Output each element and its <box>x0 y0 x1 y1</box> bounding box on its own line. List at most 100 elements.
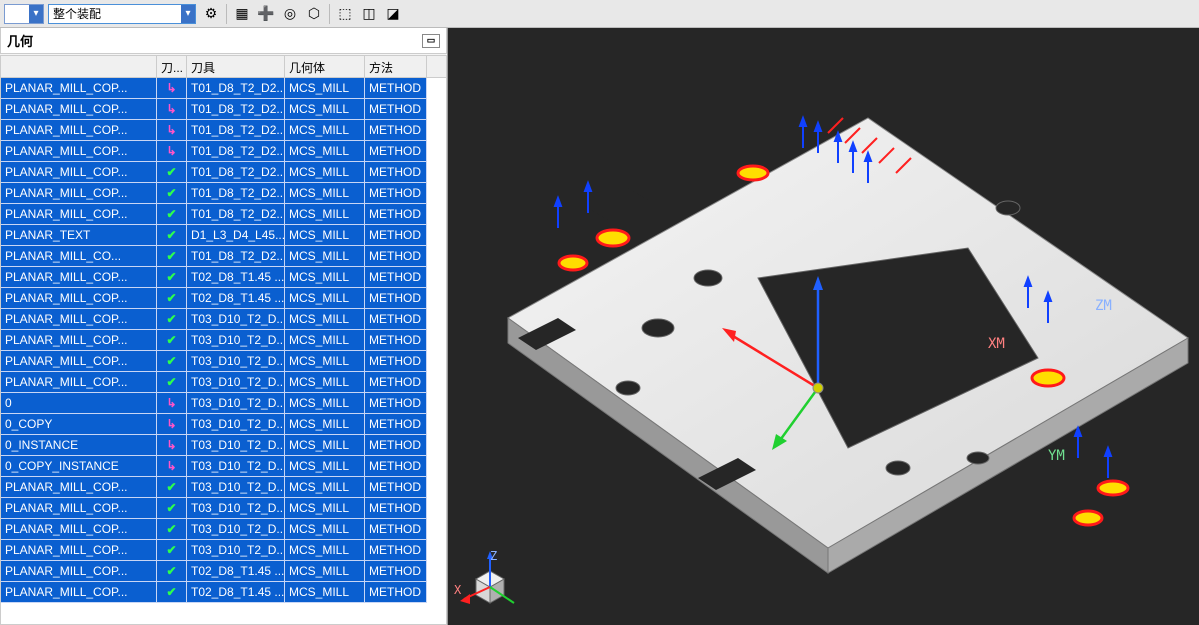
geom-cell: MCS_MILL <box>285 99 365 120</box>
op-name-cell: PLANAR_MILL_COP... <box>1 519 157 540</box>
regen-icon: ↳ <box>157 141 187 162</box>
tool-cell: T01_D8_T2_D2... <box>187 204 285 225</box>
tool-cell: T03_D10_T2_D... <box>187 330 285 351</box>
geom-cell: MCS_MILL <box>285 456 365 477</box>
table-row[interactable]: 0_COPY_INSTANCE↳T03_D10_T2_D...MCS_MILLM… <box>1 456 446 477</box>
op-name-cell: PLANAR_MILL_COP... <box>1 540 157 561</box>
tool-cell: T03_D10_T2_D... <box>187 435 285 456</box>
geom-cell: MCS_MILL <box>285 414 365 435</box>
geom-cell: MCS_MILL <box>285 519 365 540</box>
method-cell: METHOD <box>365 309 427 330</box>
panel-maximize-button[interactable]: ▭ <box>422 34 440 48</box>
geom-cell: MCS_MILL <box>285 288 365 309</box>
op-name-cell: PLANAR_MILL_COP... <box>1 99 157 120</box>
tool-cell: T03_D10_T2_D... <box>187 351 285 372</box>
table-row[interactable]: PLANAR_MILL_COP...✔T03_D10_T2_D...MCS_MI… <box>1 498 446 519</box>
table-row[interactable]: PLANAR_MILL_COP...✔T03_D10_T2_D...MCS_MI… <box>1 519 446 540</box>
boxplus-icon[interactable]: ▦ <box>231 3 253 25</box>
3d-viewport[interactable]: ZM XM YM X Z <box>448 28 1199 625</box>
column-header[interactable]: 几何体 <box>285 56 365 77</box>
tool-cell: T03_D10_T2_D... <box>187 414 285 435</box>
regen-icon: ↳ <box>157 456 187 477</box>
op-name-cell: PLANAR_MILL_COP... <box>1 582 157 603</box>
check-icon: ✔ <box>157 540 187 561</box>
assembly-dropdown[interactable]: 整个装配 ▾ <box>48 4 196 24</box>
table-row[interactable]: 0↳T03_D10_T2_D...MCS_MILLMETHOD <box>1 393 446 414</box>
operations-grid[interactable]: 刀...刀具几何体方法 PLANAR_MILL_COP...↳T01_D8_T2… <box>0 55 447 625</box>
column-header[interactable]: 刀... <box>157 56 187 77</box>
method-cell: METHOD <box>365 288 427 309</box>
tool-cell: T03_D10_T2_D... <box>187 456 285 477</box>
geom-cell: MCS_MILL <box>285 267 365 288</box>
table-row[interactable]: PLANAR_MILL_COP...↳T01_D8_T2_D2...MCS_MI… <box>1 99 446 120</box>
corner-z-label: Z <box>490 549 497 563</box>
geom-cell: MCS_MILL <box>285 204 365 225</box>
table-row[interactable]: 0_INSTANCE↳T03_D10_T2_D...MCS_MILLMETHOD <box>1 435 446 456</box>
check-icon: ✔ <box>157 225 187 246</box>
cube-icon[interactable]: ◫ <box>358 3 380 25</box>
method-cell: METHOD <box>365 393 427 414</box>
op-name-cell: PLANAR_MILL_COP... <box>1 498 157 519</box>
check-icon: ✔ <box>157 351 187 372</box>
check-icon: ✔ <box>157 309 187 330</box>
table-row[interactable]: PLANAR_TEXT✔D1_L3_D4_L45...MCS_MILLMETHO… <box>1 225 446 246</box>
filter-dropdown-1[interactable]: ▾ <box>4 4 44 24</box>
table-row[interactable]: PLANAR_MILL_CO...✔T01_D8_T2_D2...MCS_MIL… <box>1 246 446 267</box>
x-axis-label: XM <box>988 336 1005 352</box>
table-row[interactable]: PLANAR_MILL_COP...↳T01_D8_T2_D2...MCS_MI… <box>1 78 446 99</box>
table-row[interactable]: PLANAR_MILL_COP...✔T02_D8_T1.45 ...MCS_M… <box>1 561 446 582</box>
tool-cell: T02_D8_T1.45 ... <box>187 582 285 603</box>
tool-cell: T03_D10_T2_D... <box>187 540 285 561</box>
check-icon: ✔ <box>157 330 187 351</box>
check-icon: ✔ <box>157 204 187 225</box>
regen-icon: ↳ <box>157 393 187 414</box>
chevron-down-icon: ▾ <box>29 5 43 23</box>
method-cell: METHOD <box>365 540 427 561</box>
panel-title-text: 几何 <box>7 31 33 50</box>
table-row[interactable]: PLANAR_MILL_COP...✔T03_D10_T2_D...MCS_MI… <box>1 540 446 561</box>
op-name-cell: PLANAR_MILL_COP... <box>1 351 157 372</box>
geom-cell: MCS_MILL <box>285 309 365 330</box>
table-row[interactable]: PLANAR_MILL_COP...✔T03_D10_T2_D...MCS_MI… <box>1 477 446 498</box>
table-row[interactable]: PLANAR_MILL_COP...✔T03_D10_T2_D...MCS_MI… <box>1 372 446 393</box>
method-cell: METHOD <box>365 372 427 393</box>
plus-icon[interactable]: ➕ <box>255 3 277 25</box>
tool-cell: T03_D10_T2_D... <box>187 477 285 498</box>
table-row[interactable]: PLANAR_MILL_COP...✔T02_D8_T1.45 ...MCS_M… <box>1 288 446 309</box>
tool-icon[interactable]: ⚙ <box>200 3 222 25</box>
column-header[interactable] <box>1 56 157 77</box>
op-name-cell: PLANAR_MILL_COP... <box>1 183 157 204</box>
method-cell: METHOD <box>365 498 427 519</box>
op-name-cell: 0_COPY_INSTANCE <box>1 456 157 477</box>
regen-icon: ↳ <box>157 99 187 120</box>
tool-cell: T01_D8_T2_D2... <box>187 162 285 183</box>
table-row[interactable]: PLANAR_MILL_COP...↳T01_D8_T2_D2...MCS_MI… <box>1 120 446 141</box>
table-row[interactable]: PLANAR_MILL_COP...✔T01_D8_T2_D2...MCS_MI… <box>1 162 446 183</box>
regen-icon: ↳ <box>157 78 187 99</box>
table-row[interactable]: PLANAR_MILL_COP...✔T03_D10_T2_D...MCS_MI… <box>1 330 446 351</box>
tool-cell: T01_D8_T2_D2... <box>187 141 285 162</box>
panel-title-bar: 几何 ▭ <box>0 28 447 54</box>
column-header[interactable]: 刀具 <box>187 56 285 77</box>
cube2-icon[interactable]: ◪ <box>382 3 404 25</box>
method-cell: METHOD <box>365 477 427 498</box>
table-row[interactable]: PLANAR_MILL_COP...✔T03_D10_T2_D...MCS_MI… <box>1 351 446 372</box>
tool-cell: T01_D8_T2_D2... <box>187 183 285 204</box>
tool-cell: T02_D8_T1.45 ... <box>187 561 285 582</box>
select-icon[interactable]: ⬚ <box>334 3 356 25</box>
column-header[interactable]: 方法 <box>365 56 427 77</box>
table-row[interactable]: PLANAR_MILL_COP...✔T01_D8_T2_D2...MCS_MI… <box>1 183 446 204</box>
table-row[interactable]: PLANAR_MILL_COP...✔T02_D8_T1.45 ...MCS_M… <box>1 582 446 603</box>
regen-icon: ↳ <box>157 414 187 435</box>
table-row[interactable]: PLANAR_MILL_COP...✔T03_D10_T2_D...MCS_MI… <box>1 309 446 330</box>
target-icon[interactable]: ◎ <box>279 3 301 25</box>
tool-cell: T03_D10_T2_D... <box>187 372 285 393</box>
method-cell: METHOD <box>365 519 427 540</box>
op-name-cell: PLANAR_MILL_COP... <box>1 78 157 99</box>
table-row[interactable]: PLANAR_MILL_COP...✔T02_D8_T1.45 ...MCS_M… <box>1 267 446 288</box>
op-name-cell: 0 <box>1 393 157 414</box>
table-row[interactable]: PLANAR_MILL_COP...↳T01_D8_T2_D2...MCS_MI… <box>1 141 446 162</box>
hex-icon[interactable]: ⬡ <box>303 3 325 25</box>
table-row[interactable]: PLANAR_MILL_COP...✔T01_D8_T2_D2...MCS_MI… <box>1 204 446 225</box>
table-row[interactable]: 0_COPY↳T03_D10_T2_D...MCS_MILLMETHOD <box>1 414 446 435</box>
